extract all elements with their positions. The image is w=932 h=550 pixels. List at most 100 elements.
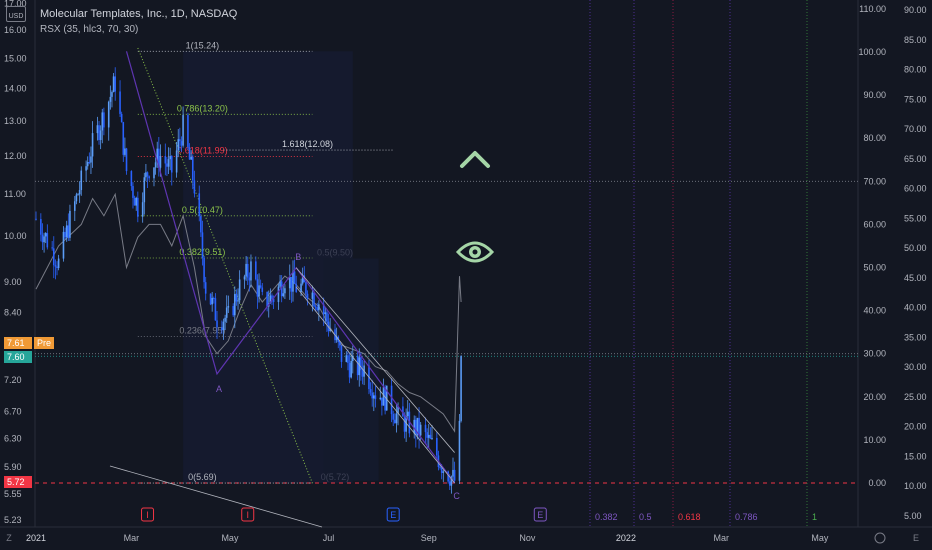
candle-body xyxy=(224,317,226,322)
candle-body xyxy=(67,225,70,238)
symbol-title[interactable]: Molecular Templates, Inc., 1D, NASDAQ xyxy=(40,8,237,20)
right-tick-label: 85.00 xyxy=(904,35,927,45)
rsx-tick-label: 70.00 xyxy=(863,176,886,186)
candle-body xyxy=(209,293,212,305)
currency-badge[interactable]: USD xyxy=(6,6,26,22)
time-tick-label: May xyxy=(221,533,239,543)
event-marker-label: E xyxy=(390,510,396,520)
candle-body xyxy=(266,291,268,307)
currency-label: USD xyxy=(8,13,24,20)
rsx-tick-label: 30.00 xyxy=(863,349,886,359)
candle-body xyxy=(426,432,428,438)
candle-body xyxy=(80,170,83,191)
candle-body xyxy=(119,91,121,114)
candle-body xyxy=(130,171,133,187)
price-tick-label: 6.70 xyxy=(4,406,22,416)
candle-body xyxy=(169,156,171,160)
rsx-tick-label: 80.00 xyxy=(863,133,886,143)
candle-body xyxy=(248,277,251,281)
price-tick-label: 13.00 xyxy=(4,116,27,126)
rsx-tick-label: 0.00 xyxy=(868,478,886,488)
candle-body xyxy=(340,345,343,362)
candle-body xyxy=(436,437,438,456)
chart-canvas[interactable]: 1(15.24)0.786(13.20)0.618(11.99)0.5(10.4… xyxy=(0,0,932,550)
rsx-tick-label: 90.00 xyxy=(863,90,886,100)
event-marker-earnings[interactable]: E xyxy=(386,507,400,522)
candle-body xyxy=(316,307,319,311)
candle-body xyxy=(246,263,249,278)
price-tick-label: 16.00 xyxy=(4,25,27,35)
time-fib-label: 0.382 xyxy=(595,512,618,522)
fib-level-label: 0.236(7.95) xyxy=(179,325,225,335)
candle-body xyxy=(187,115,189,148)
candle-body xyxy=(261,287,264,292)
candle-body xyxy=(361,370,364,377)
candle-body xyxy=(293,271,296,284)
indicator-label[interactable]: RSX (35, hlc3, 70, 30) xyxy=(40,24,138,35)
candle-body xyxy=(384,387,386,411)
candle-body xyxy=(324,312,327,315)
candle-body xyxy=(306,293,309,299)
right-tick-label: 35.00 xyxy=(904,332,927,342)
candle-body xyxy=(448,481,451,486)
candle-body xyxy=(153,167,155,179)
candle-body xyxy=(204,282,207,294)
candle-body xyxy=(77,194,79,196)
event-marker-dividend-earnings[interactable]: I xyxy=(241,507,255,522)
event-marker-earnings[interactable]: E xyxy=(533,507,547,522)
candle-body xyxy=(146,172,149,177)
candle-body xyxy=(292,271,294,292)
rsx-tick-label: 20.00 xyxy=(863,392,886,402)
candle-body xyxy=(415,419,417,436)
right-tick-label: 75.00 xyxy=(904,94,927,104)
candle-body xyxy=(88,162,91,164)
event-marker-dividend-earnings[interactable]: I xyxy=(141,507,155,522)
candle-body xyxy=(395,413,398,424)
candle-body xyxy=(460,356,462,421)
right-tick-label: 50.00 xyxy=(904,243,927,253)
time-fib-label: 0.618 xyxy=(678,512,701,522)
right-tick-label: 5.00 xyxy=(904,511,922,521)
candle-body xyxy=(78,190,81,195)
zoom-corner-button[interactable]: Z xyxy=(6,533,12,543)
candle-body xyxy=(221,327,223,331)
candle-body xyxy=(311,292,314,299)
candle-body xyxy=(271,295,273,299)
time-tick-label: Mar xyxy=(714,533,730,543)
candle-body xyxy=(211,297,213,305)
event-marker-label: E xyxy=(537,510,543,520)
candle-body xyxy=(114,76,116,92)
time-tick-label: Nov xyxy=(519,533,536,543)
time-tick-label: 2021 xyxy=(26,533,46,543)
candle-body xyxy=(201,232,204,258)
faded-fib-label: 0(5.72) xyxy=(321,472,350,482)
time-tick-label: May xyxy=(811,533,829,543)
candle-body xyxy=(191,156,194,181)
rsx-tick-label: 60.00 xyxy=(863,219,886,229)
candle-body xyxy=(379,397,382,400)
candle-body xyxy=(290,276,293,292)
candle-body xyxy=(99,130,102,140)
candle-body xyxy=(279,281,281,287)
candle-body xyxy=(300,283,302,293)
right-tick-label: 40.00 xyxy=(904,303,927,313)
candle-body xyxy=(238,279,241,301)
price-tick-label: 15.00 xyxy=(4,53,27,63)
candle-body xyxy=(180,141,183,146)
candle-body xyxy=(167,159,170,167)
fib-level-label: 0(5.69) xyxy=(188,472,217,482)
candle-body xyxy=(85,166,87,171)
premarket-badge: Pre xyxy=(34,337,54,349)
price-tick-label: 12.00 xyxy=(4,151,27,161)
candle-body xyxy=(193,180,196,194)
settings-corner-button[interactable]: E xyxy=(913,533,919,543)
price-tick-label: 14.00 xyxy=(4,84,27,94)
time-fib-label: 1 xyxy=(812,512,817,522)
candle-body xyxy=(203,257,205,283)
rsx-tick-label: 50.00 xyxy=(863,263,886,273)
price-tick-label: 6.30 xyxy=(4,433,22,443)
candle-body xyxy=(52,248,55,266)
candle-body xyxy=(57,258,60,269)
candle-body xyxy=(259,285,262,288)
candle-body xyxy=(277,286,280,303)
